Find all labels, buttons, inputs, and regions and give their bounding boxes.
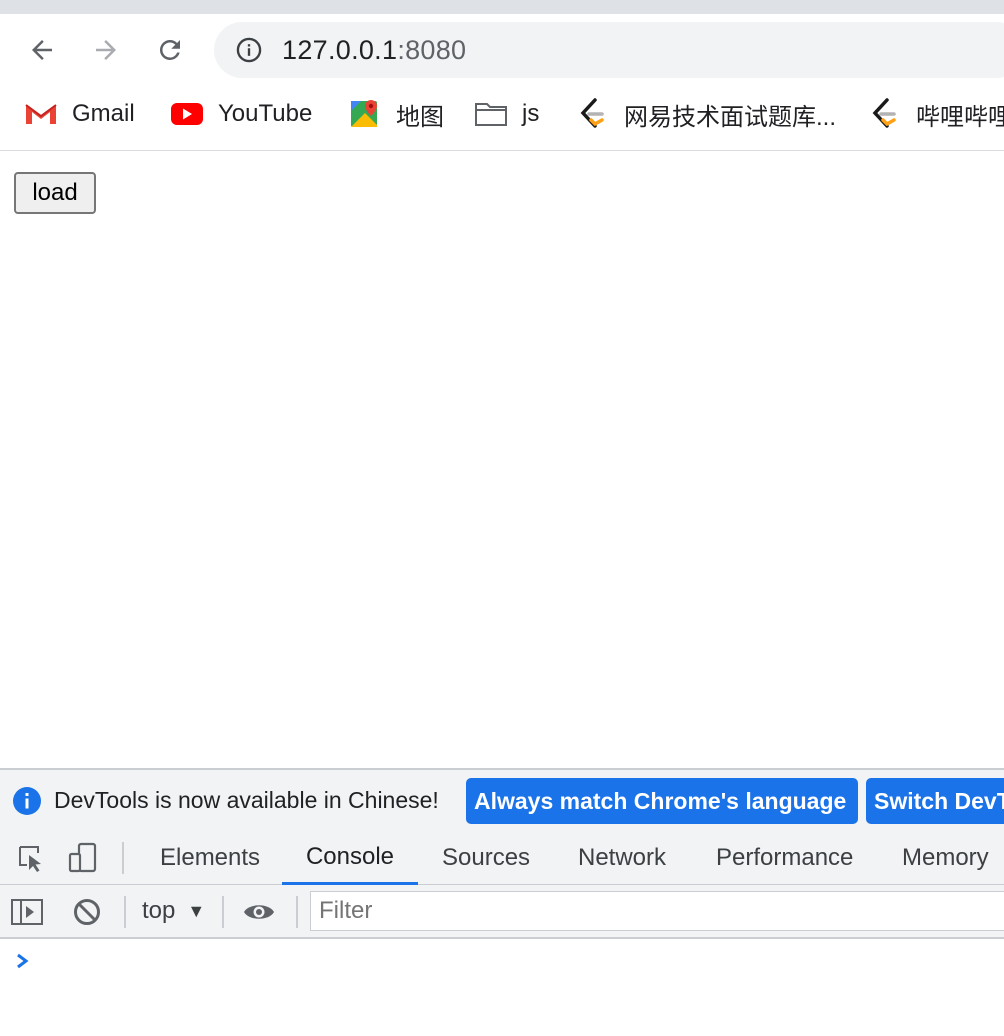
toolbar-divider: [122, 842, 124, 874]
tab-sources[interactable]: Sources: [426, 831, 546, 885]
url-text: 127.0.0.1:8080: [282, 35, 466, 66]
execution-context-select[interactable]: top ▼: [142, 897, 205, 925]
leetcode-icon: [868, 97, 902, 131]
page-content: load: [0, 151, 1004, 768]
console-prompt-chevron-icon: [17, 953, 29, 969]
reload-icon: [159, 39, 180, 60]
window-top-strip: [0, 0, 1004, 14]
bookmark-label: YouTube: [218, 100, 313, 127]
bookmarks-bar: Gmail YouTube 地图 js 网易技术面试题库... 哔哩哔哩: [0, 86, 1004, 151]
device-toolbar-icon[interactable]: [66, 841, 100, 875]
folder-icon: [474, 97, 508, 131]
browser-toolbar: 127.0.0.1:8080: [0, 14, 1004, 86]
site-info-icon[interactable]: [234, 35, 264, 65]
console-filter-input[interactable]: [310, 891, 1004, 931]
gmail-icon: [24, 97, 58, 131]
address-bar[interactable]: 127.0.0.1:8080: [214, 22, 1004, 78]
bookmark-maps[interactable]: 地图: [348, 86, 444, 142]
back-button[interactable]: [24, 32, 60, 68]
show-sidebar-icon[interactable]: [10, 895, 44, 929]
toolbar-divider: [222, 896, 224, 928]
load-button[interactable]: load: [14, 172, 96, 214]
maps-icon: [348, 97, 382, 131]
dropdown-caret-icon: ▼: [187, 900, 206, 921]
console-output[interactable]: [0, 939, 1004, 1036]
switch-devtools-language-button[interactable]: Switch DevTools to Chinese: [866, 778, 1004, 824]
tab-console[interactable]: Console: [282, 831, 418, 885]
tab-network[interactable]: Network: [562, 831, 682, 885]
clear-console-icon[interactable]: [70, 895, 104, 929]
reload-button[interactable]: [152, 32, 188, 68]
devtools-language-infobar: DevTools is now available in Chinese! Al…: [0, 768, 1004, 831]
info-icon: [13, 787, 41, 815]
context-label: top: [142, 897, 176, 924]
devtools-tab-bar: Elements Console Sources Network Perform…: [0, 831, 1004, 885]
back-arrow-icon: [32, 40, 52, 60]
toolbar-divider: [296, 896, 298, 928]
bookmark-label: js: [522, 100, 540, 127]
bookmark-label: 哔哩哔哩: [916, 103, 1004, 131]
bookmark-youtube[interactable]: YouTube: [170, 86, 312, 142]
bookmark-label: 网易技术面试题库...: [624, 103, 837, 131]
bookmark-label: Gmail: [72, 100, 135, 127]
tab-elements[interactable]: Elements: [144, 831, 276, 885]
toolbar-divider: [124, 896, 126, 928]
infobar-message: DevTools is now available in Chinese!: [54, 787, 439, 813]
url-port: :8080: [397, 34, 467, 65]
always-match-language-button[interactable]: Always match Chrome's language: [466, 778, 858, 824]
youtube-icon: [170, 97, 204, 131]
console-toolbar: top ▼: [0, 885, 1004, 939]
inspect-element-icon[interactable]: [14, 841, 48, 875]
bookmark-folder-js[interactable]: js: [474, 86, 539, 142]
bookmark-label: 地图: [396, 103, 444, 131]
live-expression-eye-icon[interactable]: [242, 895, 276, 929]
forward-button[interactable]: [88, 32, 124, 68]
url-host: 127.0.0.1: [282, 34, 398, 65]
tab-performance[interactable]: Performance: [700, 831, 869, 885]
bookmark-interview-bank[interactable]: 网易技术面试题库...: [576, 86, 836, 142]
forward-arrow-icon: [96, 40, 116, 60]
tab-memory[interactable]: Memory: [886, 831, 1004, 885]
bookmark-bilibili[interactable]: 哔哩哔哩: [868, 86, 1004, 142]
leetcode-icon: [576, 97, 610, 131]
bookmark-gmail[interactable]: Gmail: [24, 86, 135, 142]
